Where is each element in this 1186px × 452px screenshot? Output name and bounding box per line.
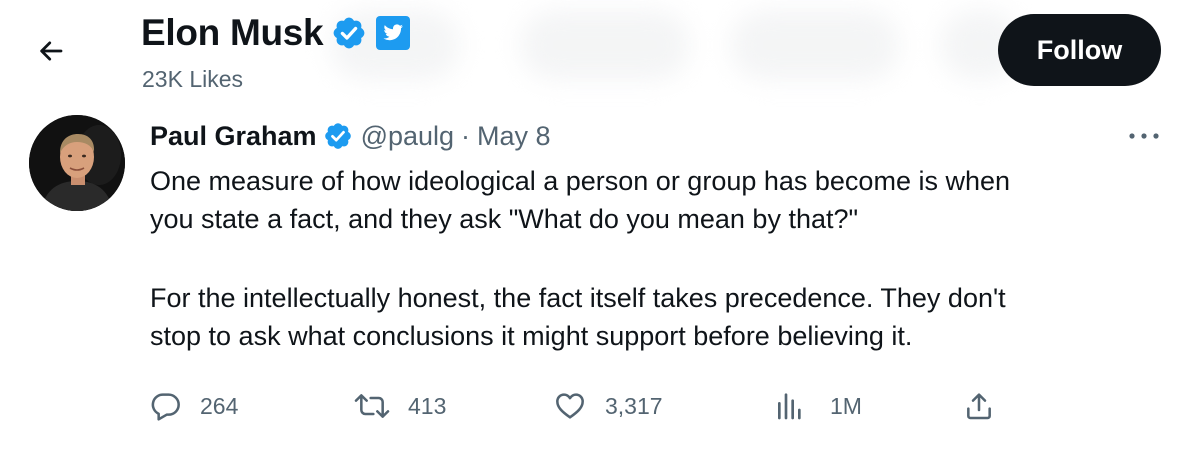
arrow-left-icon xyxy=(40,41,63,61)
author-name[interactable]: Paul Graham xyxy=(150,121,317,152)
page-title: Elon Musk xyxy=(141,12,324,53)
more-dots-icon xyxy=(1129,133,1159,139)
tweet-line: For the intellectually honest, the fact … xyxy=(150,283,1006,313)
tweet-line: One measure of how ideological a person … xyxy=(150,166,1011,196)
reply-count: 264 xyxy=(200,392,239,419)
tweet-line: you state a fact, and they ask "What do … xyxy=(150,204,859,234)
tweet-actions: 264 413 3,317 1M xyxy=(0,384,1186,428)
tweet-author-row: Paul Graham @paulg · May 8 xyxy=(150,118,551,154)
tweet-line: stop to ask what conclusions it might su… xyxy=(150,321,913,351)
avatar-photo xyxy=(29,115,125,211)
share-button[interactable] xyxy=(963,384,995,428)
reply-icon xyxy=(151,393,180,421)
share-icon xyxy=(967,393,991,420)
view-count: 1M xyxy=(830,392,862,419)
separator-dot: · xyxy=(461,120,471,151)
retweet-count: 413 xyxy=(408,392,447,419)
retweet-icon xyxy=(354,394,390,418)
back-button[interactable] xyxy=(30,30,72,72)
twitter-bird-icon xyxy=(376,16,411,50)
retweet-button[interactable]: 413 xyxy=(352,384,446,428)
tweet-date[interactable]: May 8 xyxy=(477,121,551,152)
blurred-background xyxy=(520,10,690,80)
reply-button[interactable]: 264 xyxy=(150,384,238,428)
views-button[interactable]: 1M xyxy=(774,384,862,428)
tweet-text: One measure of how ideological a person … xyxy=(150,162,1160,355)
heart-icon xyxy=(556,393,584,419)
verified-badge-icon xyxy=(333,17,365,49)
like-count: 3,317 xyxy=(605,392,663,419)
like-button[interactable]: 3,317 xyxy=(553,384,663,428)
avatar[interactable] xyxy=(29,115,125,211)
views-chart-icon xyxy=(778,393,801,420)
profile-header: Elon Musk 23K Likes Follow xyxy=(0,0,1186,108)
author-handle[interactable]: @paulg xyxy=(361,121,454,152)
likes-count: 23K Likes xyxy=(142,66,244,92)
verified-badge-icon xyxy=(324,123,351,149)
profile-title-row: Elon Musk xyxy=(141,12,411,54)
blurred-background xyxy=(730,10,900,80)
more-options-button[interactable] xyxy=(1124,124,1164,148)
follow-button[interactable]: Follow xyxy=(998,14,1161,86)
